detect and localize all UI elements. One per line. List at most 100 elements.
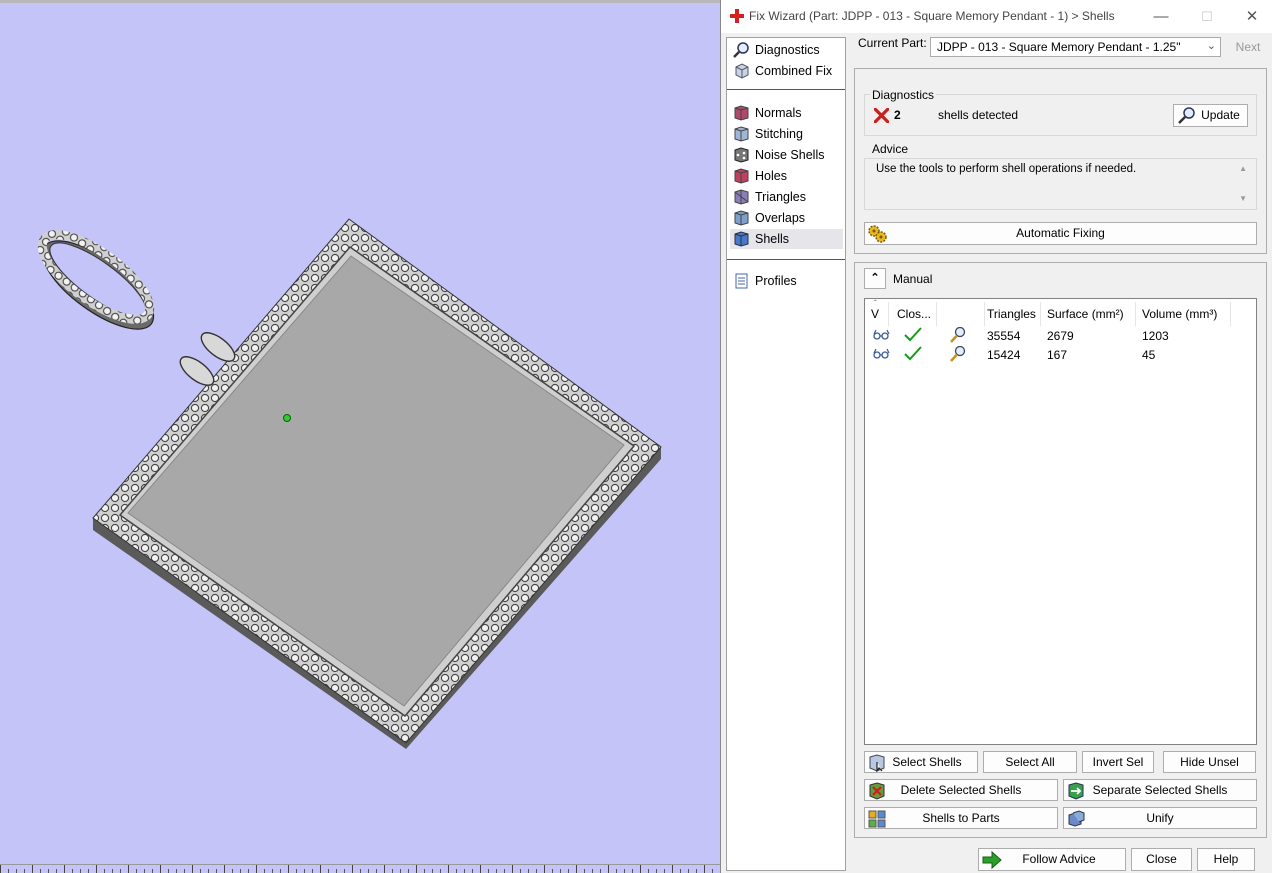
- cell-volume: 45: [1142, 348, 1156, 362]
- automatic-fixing-label: Automatic Fixing: [1016, 226, 1105, 240]
- select-shells-button[interactable]: Select Shells: [864, 751, 978, 773]
- delete-shells-icon: [869, 782, 885, 800]
- diagnostics-title: Diagnostics: [870, 88, 937, 102]
- nav-item-normals[interactable]: Normals: [730, 103, 843, 123]
- pivot-point: [283, 414, 291, 422]
- next-button[interactable]: Next: [1226, 37, 1270, 58]
- chevron-down-icon: ⌄: [1206, 40, 1216, 52]
- separate-shells-icon: [1068, 782, 1084, 800]
- column-header-label: Volume (mm³): [1142, 307, 1218, 321]
- column-header-triangles[interactable]: Triangles: [981, 302, 1041, 326]
- fix-wizard-dialog: Fix Wizard (Part: JDPP - 013 - Square Me…: [720, 0, 1272, 873]
- column-header-label: Triangles: [987, 307, 1036, 321]
- shells-to-parts-button[interactable]: Shells to Parts: [864, 807, 1058, 829]
- shells-table[interactable]: V ˆ Clos... Triangles Surface (mm²) Volu…: [864, 298, 1257, 745]
- nav-item-shells[interactable]: Shells: [730, 229, 843, 249]
- hide-unselected-button[interactable]: Hide Unsel: [1163, 751, 1256, 773]
- nav-item-noise-shells[interactable]: Noise Shells: [730, 145, 843, 165]
- closed-check-icon: [904, 327, 922, 342]
- magnifier-icon: [1178, 107, 1195, 124]
- normals-cube-icon: [734, 105, 749, 121]
- cell-triangles: 15424: [987, 348, 1021, 362]
- sort-arrow-icon: ˆ: [874, 299, 877, 308]
- zoom-to-shell-icon[interactable]: [949, 346, 966, 362]
- maximize-button[interactable]: ☐: [1192, 6, 1222, 28]
- table-row[interactable]: 15424 167 45: [865, 345, 1256, 364]
- nav-item-holes[interactable]: Holes: [730, 166, 843, 186]
- minimize-button[interactable]: —: [1146, 6, 1176, 28]
- select-shells-label: Select Shells: [892, 755, 962, 769]
- nav-item-triangles[interactable]: Triangles: [730, 187, 843, 207]
- delete-selected-label: Delete Selected Shells: [900, 783, 1022, 797]
- column-header-label: Clos...: [897, 307, 932, 321]
- shells-to-parts-label: Shells to Parts: [922, 811, 1000, 825]
- column-header-surface[interactable]: Surface (mm²): [1041, 302, 1136, 326]
- nav-label: Combined Fix: [755, 64, 833, 78]
- help-button[interactable]: Help: [1197, 848, 1255, 871]
- holes-cube-icon: [734, 168, 749, 184]
- wizard-nav-panel: Diagnostics Combined Fix Normals Stitchi…: [726, 37, 846, 871]
- current-part-dropdown[interactable]: JDPP - 013 - Square Memory Pendant - 1.2…: [930, 37, 1221, 57]
- ring-model: [37, 230, 155, 330]
- window-title: Fix Wizard (Part: JDPP - 013 - Square Me…: [749, 9, 1115, 23]
- automatic-fixing-button[interactable]: Automatic Fixing: [864, 222, 1257, 245]
- nav-item-combined-fix[interactable]: Combined Fix: [730, 61, 843, 81]
- fix-wizard-red-cross-icon: [730, 9, 744, 23]
- advice-title: Advice: [870, 142, 911, 156]
- nav-label: Holes: [755, 169, 787, 183]
- cell-triangles: 35554: [987, 329, 1021, 343]
- current-part-value: JDPP - 013 - Square Memory Pendant - 1.2…: [937, 40, 1181, 54]
- shells-detected-text: shells detected: [938, 108, 1019, 122]
- select-all-button[interactable]: Select All: [983, 751, 1077, 773]
- scroll-down-icon[interactable]: ▼: [1239, 194, 1247, 203]
- update-label: Update: [1201, 108, 1240, 122]
- collapse-manual-button[interactable]: ⌃: [864, 268, 886, 289]
- visibility-glasses-icon[interactable]: [873, 329, 890, 341]
- nav-separator: [727, 259, 845, 260]
- close-button[interactable]: Close: [1131, 848, 1192, 871]
- chevron-up-icon: ⌃: [870, 272, 880, 284]
- unify-label: Unify: [1146, 811, 1174, 825]
- shells-to-parts-icon: [868, 810, 886, 828]
- 3d-viewport[interactable]: [0, 0, 720, 873]
- nav-label: Profiles: [755, 274, 797, 288]
- nav-item-profiles[interactable]: Profiles: [730, 271, 843, 291]
- select-shells-icon: [869, 754, 885, 772]
- overlaps-cube-icon: [734, 210, 749, 226]
- column-header-volume[interactable]: Volume (mm³): [1136, 302, 1231, 326]
- close-window-button[interactable]: ✕: [1237, 6, 1267, 28]
- scroll-up-icon[interactable]: ▲: [1239, 164, 1247, 173]
- column-header-label: V: [871, 307, 880, 321]
- zoom-to-shell-icon[interactable]: [949, 327, 966, 343]
- nav-label: Noise Shells: [755, 148, 825, 162]
- nav-label: Shells: [755, 232, 790, 246]
- update-button[interactable]: Update: [1173, 104, 1248, 127]
- column-header-blank[interactable]: [937, 302, 985, 326]
- nav-label: Triangles: [755, 190, 806, 204]
- separate-selected-shells-button[interactable]: Separate Selected Shells: [1063, 779, 1257, 801]
- follow-advice-button[interactable]: Follow Advice: [978, 848, 1126, 871]
- nav-label: Diagnostics: [755, 43, 820, 57]
- follow-advice-label: Follow Advice: [1022, 852, 1096, 866]
- closed-check-icon: [904, 346, 922, 361]
- shells-count: 2: [894, 108, 901, 122]
- nav-label: Overlaps: [755, 211, 806, 225]
- cube-icon: [735, 63, 749, 79]
- unify-button[interactable]: Unify: [1063, 807, 1257, 829]
- advice-textbox[interactable]: Use the tools to perform shell operation…: [864, 158, 1257, 210]
- column-header-visible[interactable]: V: [865, 302, 889, 326]
- delete-selected-shells-button[interactable]: Delete Selected Shells: [864, 779, 1058, 801]
- nav-label: Stitching: [755, 127, 803, 141]
- magnifier-icon: [733, 42, 749, 58]
- gears-icon: [868, 225, 887, 243]
- nav-item-stitching[interactable]: Stitching: [730, 124, 843, 144]
- nav-separator: [727, 89, 845, 90]
- column-header-closed[interactable]: Clos...: [891, 302, 937, 326]
- nav-item-diagnostics[interactable]: Diagnostics: [730, 40, 843, 60]
- advice-text: Use the tools to perform shell operation…: [876, 163, 1137, 175]
- pendant-face: [127, 255, 625, 707]
- nav-item-overlaps[interactable]: Overlaps: [730, 208, 843, 228]
- invert-selection-button[interactable]: Invert Sel: [1082, 751, 1154, 773]
- table-row[interactable]: 35554 2679 1203: [865, 326, 1256, 345]
- visibility-glasses-icon[interactable]: [873, 348, 890, 360]
